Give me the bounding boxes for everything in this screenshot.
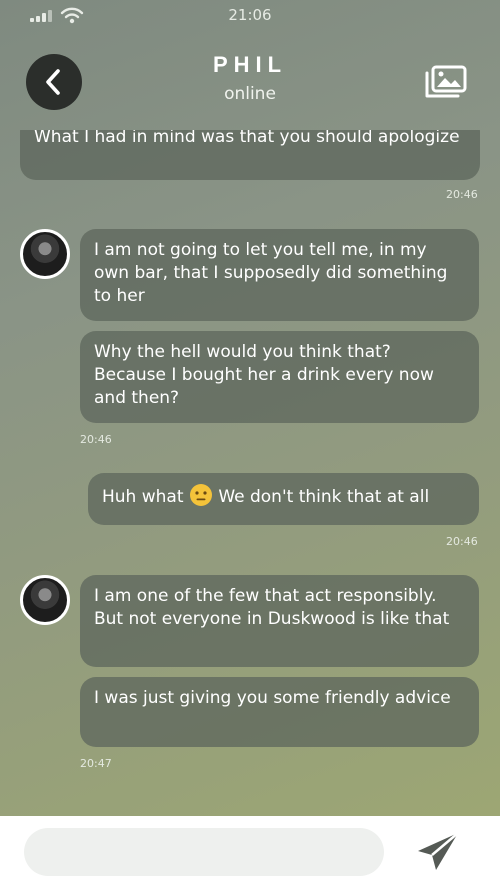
message-input[interactable] [24,828,384,876]
status-time: 21:06 [228,6,272,24]
message-bubble-sent: What I had in mind was that you should a… [20,130,480,180]
avatar [20,575,70,625]
avatar [20,229,70,279]
message-text: I am one of the few that act responsibly… [94,586,450,629]
message-text: What I had in mind was that you should a… [34,130,460,147]
send-icon[interactable] [414,830,462,874]
message-bubble-received: Why the hell would you think that? Becau… [80,331,479,423]
neutral-face-emoji [189,484,212,506]
message-text: Why the hell would you think that? Becau… [94,342,434,408]
message-time: 20:46 [446,188,478,201]
message-time: 20:47 [80,757,112,770]
status-bar: 21:06 [0,0,500,30]
message-bubble-received: I am one of the few that act responsibly… [80,575,479,667]
message-time: 20:46 [80,433,112,446]
message-bubble-received: I am not going to let you tell me, in my… [80,229,479,321]
message-input-bar [0,816,500,889]
message-text: Huh what [102,487,184,507]
message-text: I was just giving you some friendly advi… [94,688,451,708]
message-bubble-sent: Huh what We don't think that at all [88,473,479,525]
message-time: 20:46 [446,535,478,548]
message-text: We don't think that at all [218,487,430,507]
chat-messages[interactable]: What I had in mind was that you should a… [0,130,500,816]
gallery-icon[interactable] [424,64,468,100]
message-text: I am not going to let you tell me, in my… [94,240,448,306]
message-bubble-received: I was just giving you some friendly advi… [80,677,479,747]
